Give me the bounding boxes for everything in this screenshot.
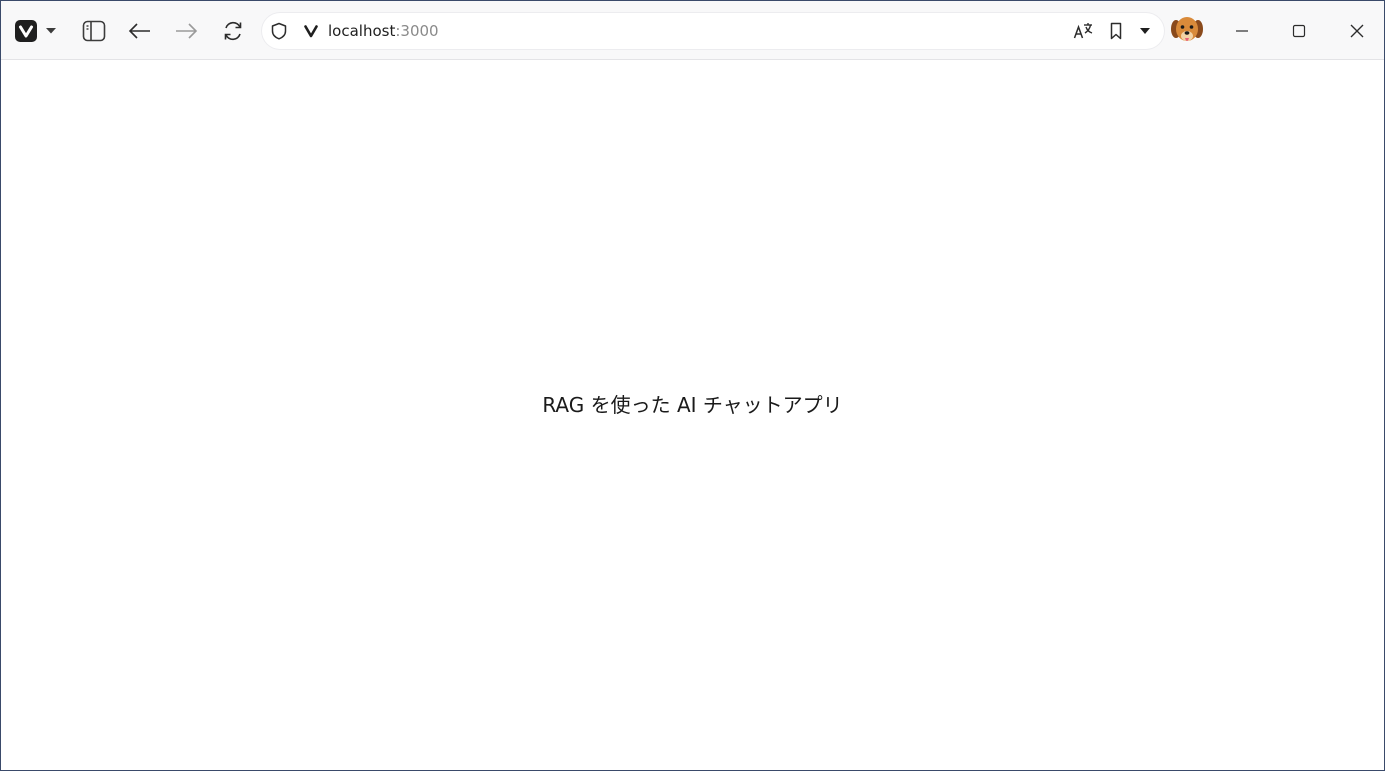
maximize-icon bbox=[1292, 24, 1306, 38]
vivaldi-menu-button[interactable] bbox=[9, 14, 43, 48]
browser-toolbar: localhost:3000 bbox=[1, 1, 1384, 60]
dog-avatar-icon bbox=[1171, 17, 1203, 41]
close-button[interactable] bbox=[1333, 13, 1381, 49]
back-button[interactable] bbox=[124, 14, 156, 48]
minimize-button[interactable] bbox=[1218, 13, 1266, 49]
chevron-down-icon bbox=[46, 28, 56, 34]
bookmark-dropdown-button[interactable] bbox=[1134, 13, 1156, 49]
panel-toggle-icon bbox=[82, 20, 106, 42]
reload-button[interactable] bbox=[217, 14, 249, 48]
site-info-button[interactable] bbox=[268, 13, 290, 49]
arrow-right-icon bbox=[176, 23, 198, 39]
shield-icon bbox=[271, 22, 287, 40]
bookmark-icon bbox=[1110, 22, 1122, 40]
maximize-button[interactable] bbox=[1275, 13, 1323, 49]
vivaldi-logo-icon bbox=[15, 20, 37, 42]
translate-button[interactable] bbox=[1070, 13, 1096, 49]
close-icon bbox=[1350, 24, 1364, 38]
address-bar[interactable]: localhost:3000 bbox=[262, 13, 1164, 49]
minimize-icon bbox=[1236, 30, 1248, 32]
profile-button[interactable] bbox=[1170, 14, 1204, 48]
browser-window: localhost:3000 RAG を使った AI チャットアプリ bbox=[0, 0, 1385, 771]
forward-button[interactable] bbox=[170, 14, 202, 48]
page-heading: RAG を使った AI チャットアプリ bbox=[542, 393, 843, 417]
translate-icon bbox=[1073, 23, 1093, 39]
url-host: localhost bbox=[328, 22, 396, 40]
vivaldi-menu-dropdown[interactable] bbox=[41, 14, 61, 48]
reload-icon bbox=[224, 21, 242, 41]
url-field[interactable]: localhost:3000 bbox=[328, 13, 439, 49]
arrow-left-icon bbox=[128, 23, 150, 39]
caret-down-icon bbox=[1140, 28, 1150, 34]
site-logo bbox=[302, 13, 320, 49]
panel-toggle-button[interactable] bbox=[78, 14, 110, 48]
bookmark-button[interactable] bbox=[1104, 13, 1128, 49]
vivaldi-v-icon bbox=[304, 25, 318, 38]
url-port: :3000 bbox=[395, 22, 439, 40]
page-content: RAG を使った AI チャットアプリ bbox=[1, 61, 1384, 770]
